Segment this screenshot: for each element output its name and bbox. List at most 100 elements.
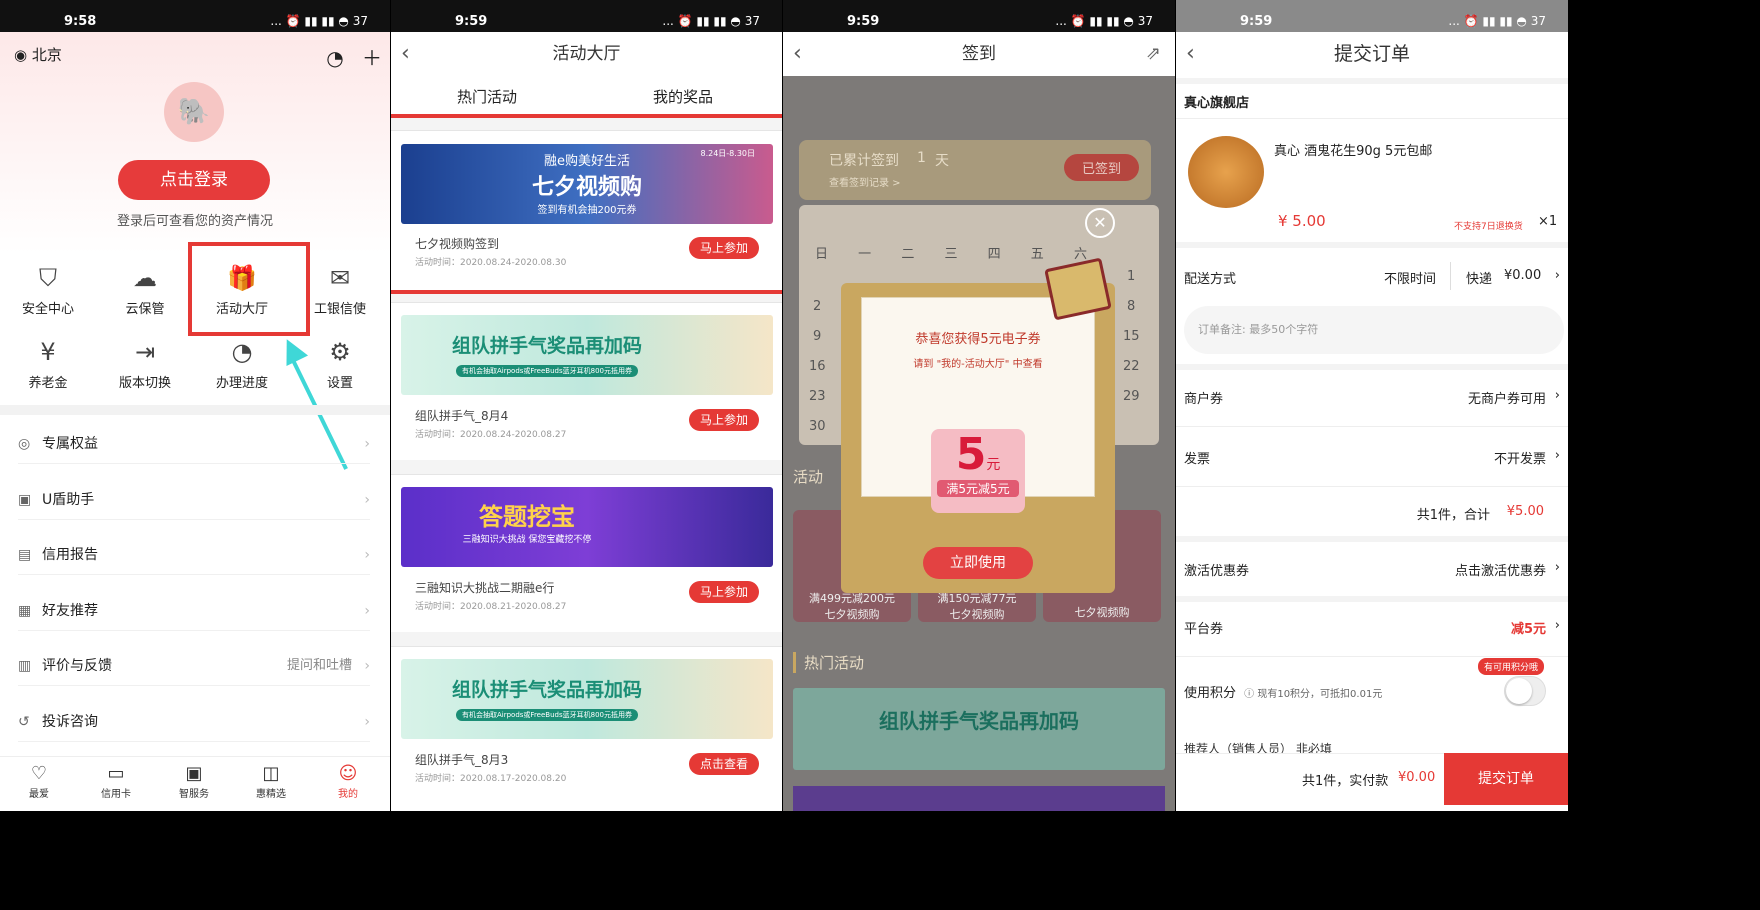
status-bar: 9:59 ... ⏰ ▮▮ ▮▮ ◓ 37 [1176, 0, 1568, 32]
nav-bar: ‹ 提交订单 [1176, 32, 1568, 76]
delivery-method[interactable]: 快递 [1466, 268, 1492, 287]
activity-banner: 答题挖宝 三融知识大挑战 保您宝藏挖不停 [401, 487, 773, 567]
merchant-coupon-row[interactable]: 商户券 无商户券可用 › [1184, 388, 1560, 407]
tab-credit-card[interactable]: ▭ 信用卡 [86, 763, 146, 800]
view-button[interactable]: 点击查看 [689, 753, 759, 775]
grid-item-security[interactable]: ⛉ 安全中心 [2, 262, 94, 317]
store-name[interactable]: 真心旗舰店 [1184, 92, 1560, 111]
gear-icon: ⚙ [329, 338, 351, 366]
status-time: 9:58 [64, 14, 97, 29]
list-item[interactable]: ▤ 信用报告 › [18, 535, 370, 575]
chevron-right-icon: › [364, 547, 370, 563]
progress-icon: ◔ [231, 338, 253, 366]
banner-main-text: 组队拼手气奖品再加码 [451, 335, 642, 357]
section-title: 活动 [793, 468, 824, 486]
grid-label: 养老金 [28, 376, 68, 391]
row-value: 不开发票 [1493, 452, 1546, 467]
use-now-button[interactable]: 立即使用 [923, 547, 1033, 579]
nav-bar: ‹ 活动大厅 [391, 32, 782, 76]
toggle-knob [1506, 678, 1532, 704]
grid-item-version[interactable]: ⇥ 版本切换 [99, 336, 191, 391]
record-link[interactable]: 查看签到记录 > [829, 174, 901, 189]
divider [1450, 262, 1451, 290]
chevron-right-icon: › [364, 658, 370, 674]
activity-card[interactable]: 答题挖宝 三融知识大挑战 保您宝藏挖不停 三融知识大挑战二期融e行 活动时间：2… [391, 474, 782, 632]
status-bar: 9:59 ... ⏰ ▮▮ ▮▮ ◓ 37 [783, 0, 1175, 32]
weekday: 一 [858, 247, 872, 262]
delivery-time[interactable]: 不限时间 [1384, 268, 1436, 287]
calendar-day: 15 [1123, 329, 1140, 344]
list-item[interactable]: ▦ 好友推荐 › [18, 591, 370, 631]
delivery-row[interactable]: 配送方式 不限时间 快递 ¥0.00 › [1184, 262, 1560, 290]
back-icon[interactable]: ‹ [793, 32, 802, 76]
list-label: 信用报告 [42, 547, 98, 563]
separator [1176, 426, 1568, 427]
hot-activity-banner[interactable] [793, 786, 1165, 811]
popup-title: 恭喜您获得5元电子券 [915, 332, 1041, 347]
chevron-right-icon: › [1554, 618, 1560, 633]
tab-service[interactable]: ▣ 智服务 [164, 763, 224, 800]
signed-button[interactable]: 已签到 [1063, 154, 1139, 181]
calendar-day: 30 [809, 419, 826, 434]
status-bar: 9:58 ... ⏰ ▮▮ ▮▮ ◓ 37 [0, 0, 390, 32]
back-icon[interactable]: ‹ [1186, 32, 1195, 76]
tab-hot-activities[interactable]: 热门活动 [457, 86, 517, 107]
list-item[interactable]: ▥ 评价与反馈 提问和吐槽 › [18, 646, 370, 686]
grid-item-settings[interactable]: ⚙ 设置 [294, 336, 386, 391]
share-icon[interactable]: ⇗ [1146, 32, 1161, 76]
bottom-tab-bar: ♡ 最爱 ▭ 信用卡 ▣ 智服务 ◫ 惠精选 ☺ 我的 [0, 756, 390, 811]
tab-favorite[interactable]: ♡ 最爱 [9, 763, 69, 800]
product-price: ¥ 5.00 [1278, 212, 1326, 230]
grid-label: 版本切换 [118, 376, 171, 391]
activity-card[interactable]: 组队拼手气奖品再加码 有机会抽取Airpods或FreeBuds蓝牙耳机800元… [391, 302, 782, 460]
activity-title: 组队拼手气_8月3 [415, 753, 509, 767]
weekday: 三 [944, 247, 958, 262]
list-item[interactable]: ◎ 专属权益 › [18, 424, 370, 464]
section-divider [0, 405, 390, 415]
highlight-box [188, 242, 310, 336]
calendar-day: 29 [1123, 389, 1140, 404]
tab-deals[interactable]: ◫ 惠精选 [241, 763, 301, 800]
avatar[interactable]: 🐘 [164, 82, 224, 142]
join-button[interactable]: 马上参加 [689, 409, 759, 431]
list-item[interactable]: ↺ 投诉咨询 › [18, 702, 370, 742]
hot-activity-banner[interactable]: 组队拼手气奖品再加码 [793, 688, 1165, 770]
login-button[interactable]: 点击登录 [118, 160, 270, 200]
message-icon[interactable]: ◔ [326, 46, 343, 70]
activate-coupon-row[interactable]: 激活优惠券 点击激活优惠券 › [1184, 560, 1560, 579]
shield-icon: ⛉ [39, 264, 57, 292]
grid-item-pension[interactable]: ¥ 养老金 [2, 336, 94, 391]
points-toggle[interactable] [1504, 676, 1546, 706]
activity-time: 活动时间：2020.08.17-2020.08.20 [415, 774, 567, 784]
back-icon[interactable]: ‹ [401, 32, 410, 76]
status-time: 9:59 [1240, 14, 1273, 29]
coupon-name: 七夕视频购 [824, 608, 880, 621]
grid-item-cloud[interactable]: ☁ 云保管 [99, 262, 191, 317]
product-name[interactable]: 真心 酒鬼花生90g 5元包邮 [1274, 140, 1432, 159]
card-icon: ▭ [107, 763, 125, 784]
calendar-day: 22 [1123, 359, 1140, 374]
product-image[interactable] [1188, 136, 1264, 208]
remark-input[interactable]: 订单备注: 最多50个字符 [1184, 306, 1564, 354]
close-icon[interactable]: ✕ [1085, 208, 1115, 238]
tab-my-prizes[interactable]: 我的奖品 [653, 86, 713, 107]
grid-item-progress[interactable]: ◔ 办理进度 [196, 336, 288, 391]
tab-mine[interactable]: ☺ 我的 [318, 763, 378, 800]
submit-order-button[interactable]: 提交订单 [1444, 753, 1568, 805]
location-pin-icon: ◉ [14, 46, 28, 64]
delivery-label: 配送方式 [1184, 272, 1237, 287]
activity-card[interactable]: 组队拼手气奖品再加码 有机会抽取Airpods或FreeBuds蓝牙耳机800元… [391, 646, 782, 811]
list-item[interactable]: ▣ U盾助手 › [18, 480, 370, 520]
join-button[interactable]: 马上参加 [689, 581, 759, 603]
no-return-tag: 不支持7日退换货 [1454, 222, 1523, 232]
chevron-right-icon: › [1554, 268, 1560, 283]
tab-label: 最爱 [29, 789, 49, 800]
platform-coupon-row[interactable]: 平台券 减5元 › [1184, 618, 1560, 637]
coupon-unit: 元 [986, 457, 1001, 473]
order-panel: 9:59 ... ⏰ ▮▮ ▮▮ ◓ 37 ‹ 提交订单 真心旗舰店 真心 酒鬼… [1176, 0, 1568, 811]
invoice-row[interactable]: 发票 不开发票 › [1184, 448, 1560, 467]
section-title: 热门活动 [793, 652, 864, 673]
location-selector[interactable]: ◉ 北京 [14, 44, 62, 65]
add-icon[interactable]: ＋ [362, 46, 382, 70]
row-label: 激活优惠券 [1184, 564, 1250, 579]
